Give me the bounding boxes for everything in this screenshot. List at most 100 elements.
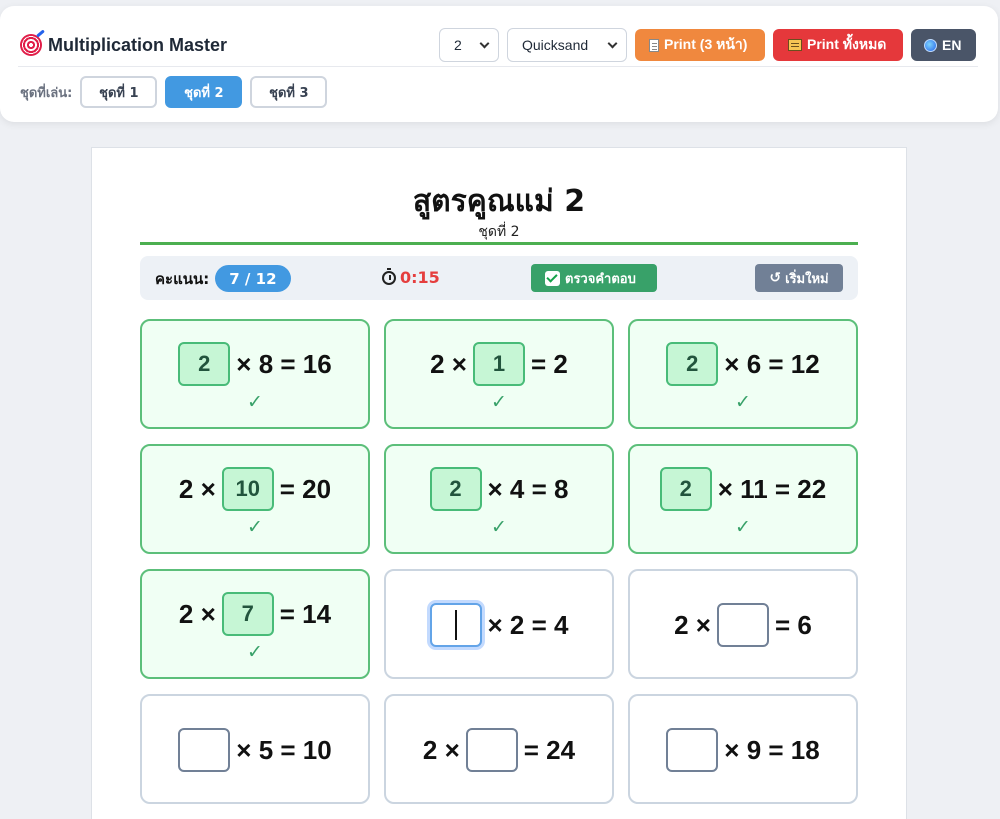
equation-prefix: 2 × xyxy=(674,609,711,640)
language-label: EN xyxy=(942,37,962,53)
title-rule xyxy=(140,242,858,245)
reset-button[interactable]: ↺ เริ่มใหม่ xyxy=(755,264,843,292)
equation-suffix: = 20 xyxy=(279,473,332,504)
answer-input[interactable]: 2 xyxy=(666,342,719,386)
equation-suffix: × 4 = 8 xyxy=(487,473,569,504)
equation-prefix: 2 × xyxy=(430,348,467,379)
score-label: คะแนน: xyxy=(155,269,210,288)
equation: 2 × 1 = 2 xyxy=(386,341,612,387)
toolbar-controls: 2 Quicksand Print (3 หน้า) Print ทั้งหมด… xyxy=(439,28,976,62)
answer-input[interactable] xyxy=(465,728,518,772)
font-select-value: Quicksand xyxy=(522,37,589,53)
worksheet-title: สูตรคูณแม่ 2 xyxy=(412,184,586,219)
answer-input[interactable]: 2 xyxy=(178,342,231,386)
equation: 2 × 10 = 20 xyxy=(142,466,368,512)
equation-suffix: × 9 = 18 xyxy=(724,734,820,765)
toolbar-divider xyxy=(18,66,978,67)
equation: 2 × 11 = 22 xyxy=(630,466,856,512)
check-mark-icon: ✓ xyxy=(247,516,263,538)
problem-card: 2 × = 24 xyxy=(384,694,614,804)
equation: × 5 = 10 xyxy=(142,727,368,773)
set-selector: ชุดที่เล่น: ชุดที่ 1 ชุดที่ 2 ชุดที่ 3 xyxy=(20,76,328,108)
check-mark-icon: ✓ xyxy=(735,516,751,538)
answer-input[interactable] xyxy=(429,603,482,647)
set-tab-3[interactable]: ชุดที่ 3 xyxy=(250,76,328,108)
answer-input[interactable]: 2 xyxy=(429,467,482,511)
text-cursor xyxy=(454,610,457,640)
problem-grid: 2 × 8 = 16 ✓ 2 × 1 = 2 ✓ 2 × 6 = 12 ✓ 2 × 10 = 20 ✓ 2 ×… xyxy=(140,319,858,804)
equation-suffix: = 2 xyxy=(531,348,568,379)
print-all-button[interactable]: Print ทั้งหมด xyxy=(773,29,903,61)
timer: 0:15 xyxy=(382,267,440,287)
equation-suffix: × 2 = 4 xyxy=(487,609,569,640)
set-tab-1[interactable]: ชุดที่ 1 xyxy=(80,76,158,108)
answer-input[interactable] xyxy=(717,603,769,647)
answer-input[interactable]: 7 xyxy=(221,592,274,636)
problem-card: 2 × = 6 xyxy=(628,569,858,679)
problem-card: 2 × 10 = 20 ✓ xyxy=(140,444,370,554)
problem-card: 2 × 11 = 22 ✓ xyxy=(628,444,858,554)
answer-input[interactable]: 10 xyxy=(221,467,274,511)
equation: 2 × 4 = 8 xyxy=(386,466,612,512)
check-mark-icon: ✓ xyxy=(247,641,263,663)
equation-prefix: 2 × xyxy=(178,473,216,504)
score: คะแนน: 7 / 12 xyxy=(155,265,291,292)
equation-suffix: = 6 xyxy=(775,609,812,640)
timer-value: 0:15 xyxy=(400,268,440,287)
equation-suffix: × 11 = 22 xyxy=(717,473,827,504)
equation: 2 × 6 = 12 xyxy=(630,341,856,387)
worksheet: สูตรคูณแม่ 2 ชุดที่ 2 คะแนน: 7 / 12 0:15… xyxy=(91,147,907,819)
problem-card: 2 × 4 = 8 ✓ xyxy=(384,444,614,554)
set-selector-label: ชุดที่เล่น: xyxy=(20,85,73,101)
check-mark-icon: ✓ xyxy=(735,391,751,413)
target-icon xyxy=(20,34,42,56)
problem-card: 2 × 1 = 2 ✓ xyxy=(384,319,614,429)
set-tab-2[interactable]: ชุดที่ 2 xyxy=(165,76,243,108)
check-mark-icon: ✓ xyxy=(491,516,507,538)
equation: 2 × 8 = 16 xyxy=(142,341,368,387)
equation-suffix: = 14 xyxy=(279,598,332,629)
status-bar: คะแนน: 7 / 12 0:15 ตรวจคำตอบ ↺ เริ่มใหม่ xyxy=(140,256,858,300)
equation: 2 × = 6 xyxy=(630,602,856,648)
equation: × 2 = 4 xyxy=(386,602,612,648)
check-mark-icon: ✓ xyxy=(491,391,507,413)
score-badge: 7 / 12 xyxy=(215,265,291,292)
book-icon xyxy=(788,39,802,51)
chevron-down-icon xyxy=(479,38,490,48)
check-mark-icon: ✓ xyxy=(247,391,263,413)
stopwatch-icon xyxy=(382,267,396,285)
equation-prefix: 2 × xyxy=(422,734,460,765)
font-select[interactable]: Quicksand xyxy=(507,28,627,62)
equation-suffix: × 5 = 10 xyxy=(236,734,332,765)
problem-card: 2 × 8 = 16 ✓ xyxy=(140,319,370,429)
equation: 2 × = 24 xyxy=(386,727,612,773)
problem-card: 2 × 6 = 12 ✓ xyxy=(628,319,858,429)
table-select[interactable]: 2 xyxy=(439,28,499,62)
answer-input[interactable] xyxy=(666,728,719,772)
language-button[interactable]: EN xyxy=(911,29,976,61)
check-answers-button[interactable]: ตรวจคำตอบ xyxy=(531,264,657,292)
refresh-icon: ↺ xyxy=(769,270,782,286)
app-title: Multiplication Master xyxy=(48,34,228,55)
worksheet-subtitle: ชุดที่ 2 xyxy=(478,224,520,240)
equation-suffix: × 8 = 16 xyxy=(236,348,332,379)
equation-suffix: × 6 = 12 xyxy=(724,348,820,379)
problem-card: × 5 = 10 xyxy=(140,694,370,804)
brand: Multiplication Master xyxy=(20,34,227,56)
answer-input[interactable]: 2 xyxy=(659,467,712,511)
problem-card: 2 × 7 = 14 ✓ xyxy=(140,569,370,679)
check-answers-label: ตรวจคำตอบ xyxy=(565,271,636,287)
document-icon xyxy=(649,38,659,52)
equation: × 9 = 18 xyxy=(630,727,856,773)
table-select-value: 2 xyxy=(454,37,462,53)
check-box-icon xyxy=(545,270,560,286)
answer-input[interactable]: 1 xyxy=(473,342,525,386)
equation-suffix: = 24 xyxy=(523,734,576,765)
equation: 2 × 7 = 14 xyxy=(142,591,368,637)
reset-label: เริ่มใหม่ xyxy=(785,271,829,287)
chevron-down-icon xyxy=(607,38,618,48)
print-pages-button[interactable]: Print (3 หน้า) xyxy=(635,29,765,61)
globe-icon xyxy=(924,38,937,52)
top-toolbar: Multiplication Master 2 Quicksand Print … xyxy=(0,6,998,122)
answer-input[interactable] xyxy=(178,728,231,772)
